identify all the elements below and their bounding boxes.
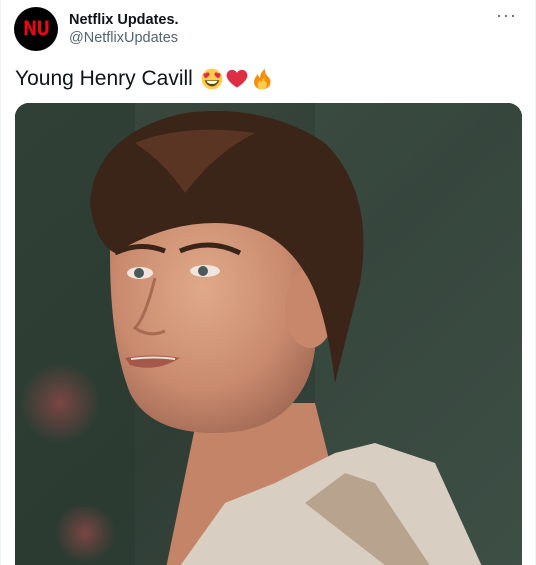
avatar[interactable]: NU [14, 7, 58, 51]
tweet-card: NU Netflix Updates. @NetflixUpdates ··· … [0, 0, 536, 565]
fire-emoji-icon [253, 68, 271, 90]
netflix-updates-logo-icon: NU [22, 17, 50, 41]
tweet-header: NU Netflix Updates. @NetflixUpdates [14, 7, 179, 51]
tweet-text-content: Young Henry Cavill [15, 67, 193, 90]
author-display-name[interactable]: Netflix Updates. [69, 11, 179, 29]
portrait-photo [15, 103, 522, 565]
author-names: Netflix Updates. @NetflixUpdates [69, 11, 179, 47]
red-heart-emoji-icon [226, 69, 248, 88]
more-options-icon[interactable]: ··· [496, 6, 517, 24]
author-handle[interactable]: @NetflixUpdates [69, 29, 179, 47]
heart-eyes-emoji-icon [201, 68, 223, 90]
tweet-text: Young Henry Cavill [15, 65, 273, 93]
tweet-media-image[interactable] [15, 103, 522, 565]
